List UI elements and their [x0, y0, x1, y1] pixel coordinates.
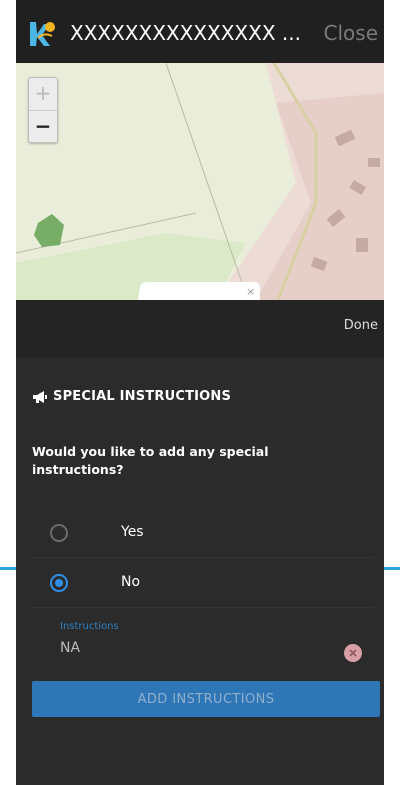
map-view[interactable]: × + − [16, 63, 384, 300]
option-no-label: No [121, 574, 141, 590]
edge-line-right [384, 567, 400, 570]
section-title-text: SPECIAL INSTRUCTIONS [53, 389, 232, 404]
special-instructions-form: SPECIAL INSTRUCTIONS Would you like to a… [16, 358, 384, 785]
app-screen: XXXXXXXXXXXXXXX ... Close × + − Done SPE… [16, 0, 384, 785]
zoom-in-button[interactable]: + [29, 78, 57, 111]
radio-yes[interactable] [50, 524, 68, 542]
option-no[interactable]: No [16, 560, 384, 608]
zoom-out-button[interactable]: − [29, 111, 57, 143]
map-zoom-controls: + − [28, 77, 58, 143]
clear-icon[interactable] [344, 644, 362, 662]
option-yes[interactable]: Yes [16, 510, 384, 558]
top-bar: XXXXXXXXXXXXXXX ... Close [16, 0, 384, 63]
app-title: XXXXXXXXXXXXXXX ... [70, 21, 301, 45]
section-title: SPECIAL INSTRUCTIONS [32, 389, 231, 404]
kdp-logo-icon [30, 22, 55, 46]
close-button[interactable]: Close [324, 20, 378, 46]
svg-text:×: × [246, 285, 255, 298]
add-instructions-button[interactable]: ADD INSTRUCTIONS [32, 681, 380, 717]
instructions-input[interactable] [60, 640, 310, 656]
done-bar: Done [16, 300, 384, 358]
divider [32, 607, 374, 608]
option-yes-label: Yes [121, 524, 144, 540]
map-canvas: × [16, 63, 384, 300]
instructions-label: Instructions [60, 621, 119, 632]
megaphone-icon [33, 390, 47, 403]
edge-line-left [0, 567, 16, 570]
question-text: Would you like to add any special instru… [32, 444, 269, 477]
divider [32, 557, 374, 558]
done-button[interactable]: Done [344, 318, 378, 333]
radio-no[interactable] [50, 574, 68, 592]
